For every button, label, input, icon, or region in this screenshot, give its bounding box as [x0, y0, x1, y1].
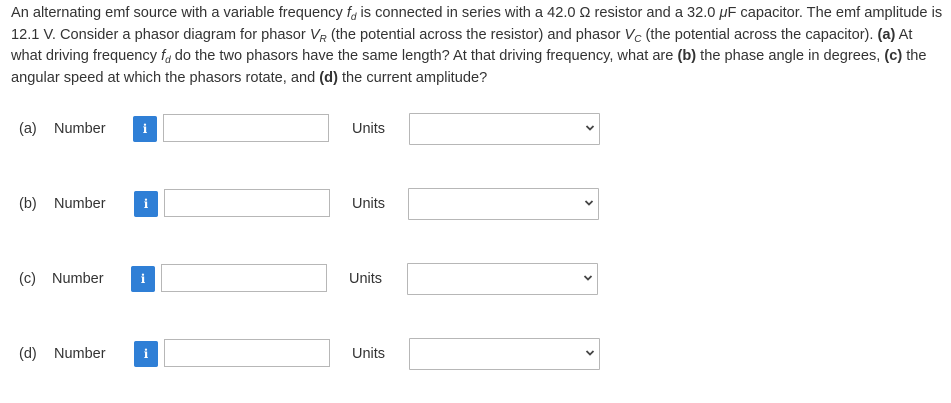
chevron-down-icon — [585, 125, 595, 131]
answer-row-b: (b) Number i Units — [0, 188, 951, 222]
number-input-c[interactable] — [161, 264, 327, 292]
answer-row-a: (a) Number i Units — [0, 113, 951, 147]
units-select-c[interactable] — [407, 263, 598, 295]
units-select-b[interactable] — [408, 188, 599, 220]
number-label: Number — [54, 121, 106, 137]
part-label: (a) — [19, 121, 37, 137]
part-b-marker: (b) — [677, 48, 697, 64]
units-label: Units — [349, 271, 383, 287]
units-select-a[interactable] — [409, 113, 600, 145]
number-label: Number — [52, 271, 104, 287]
info-icon[interactable]: i — [133, 116, 157, 142]
chevron-down-icon — [584, 200, 594, 206]
chevron-down-icon — [583, 275, 593, 281]
part-c-marker: (c) — [884, 48, 903, 64]
info-icon[interactable]: i — [131, 266, 155, 292]
part-a-marker: (a) — [877, 26, 896, 43]
part-label: (d) — [19, 346, 37, 362]
number-label: Number — [54, 346, 106, 362]
question-segment: is connected in series with a 42.0 Ω res… — [356, 5, 720, 21]
number-input-a[interactable] — [163, 114, 329, 142]
part-label: (b) — [19, 196, 37, 212]
chevron-down-icon — [585, 350, 595, 356]
fd-symbol: fd — [161, 48, 171, 66]
part-label: (c) — [19, 271, 36, 287]
units-label: Units — [352, 346, 386, 362]
question-segment: (the potential across the resistor) and … — [326, 26, 625, 43]
question-segment: An alternating emf source with a variabl… — [11, 5, 347, 21]
question-segment: (the potential across the capacitor). — [641, 26, 878, 43]
part-d-marker: (d) — [319, 69, 338, 86]
number-input-b[interactable] — [164, 189, 330, 217]
vr-symbol: VR — [309, 26, 327, 45]
vc-symbol: VC — [624, 26, 642, 45]
units-label: Units — [352, 121, 386, 137]
info-icon[interactable]: i — [134, 191, 158, 217]
number-input-d[interactable] — [164, 339, 330, 367]
units-label: Units — [352, 196, 386, 212]
answer-row-c: (c) Number i Units — [0, 263, 951, 297]
info-icon[interactable]: i — [134, 341, 158, 367]
answer-row-d: (d) Number i Units — [0, 338, 951, 372]
number-label: Number — [54, 196, 106, 212]
units-select-d[interactable] — [409, 338, 600, 370]
question-segment: the phase angle in degrees, — [696, 48, 885, 64]
question-segment: the current amplitude? — [337, 69, 488, 86]
question-segment: do the two phasors have the same length?… — [170, 48, 678, 64]
question-text: An alternating emf source with a variabl… — [11, 3, 943, 89]
